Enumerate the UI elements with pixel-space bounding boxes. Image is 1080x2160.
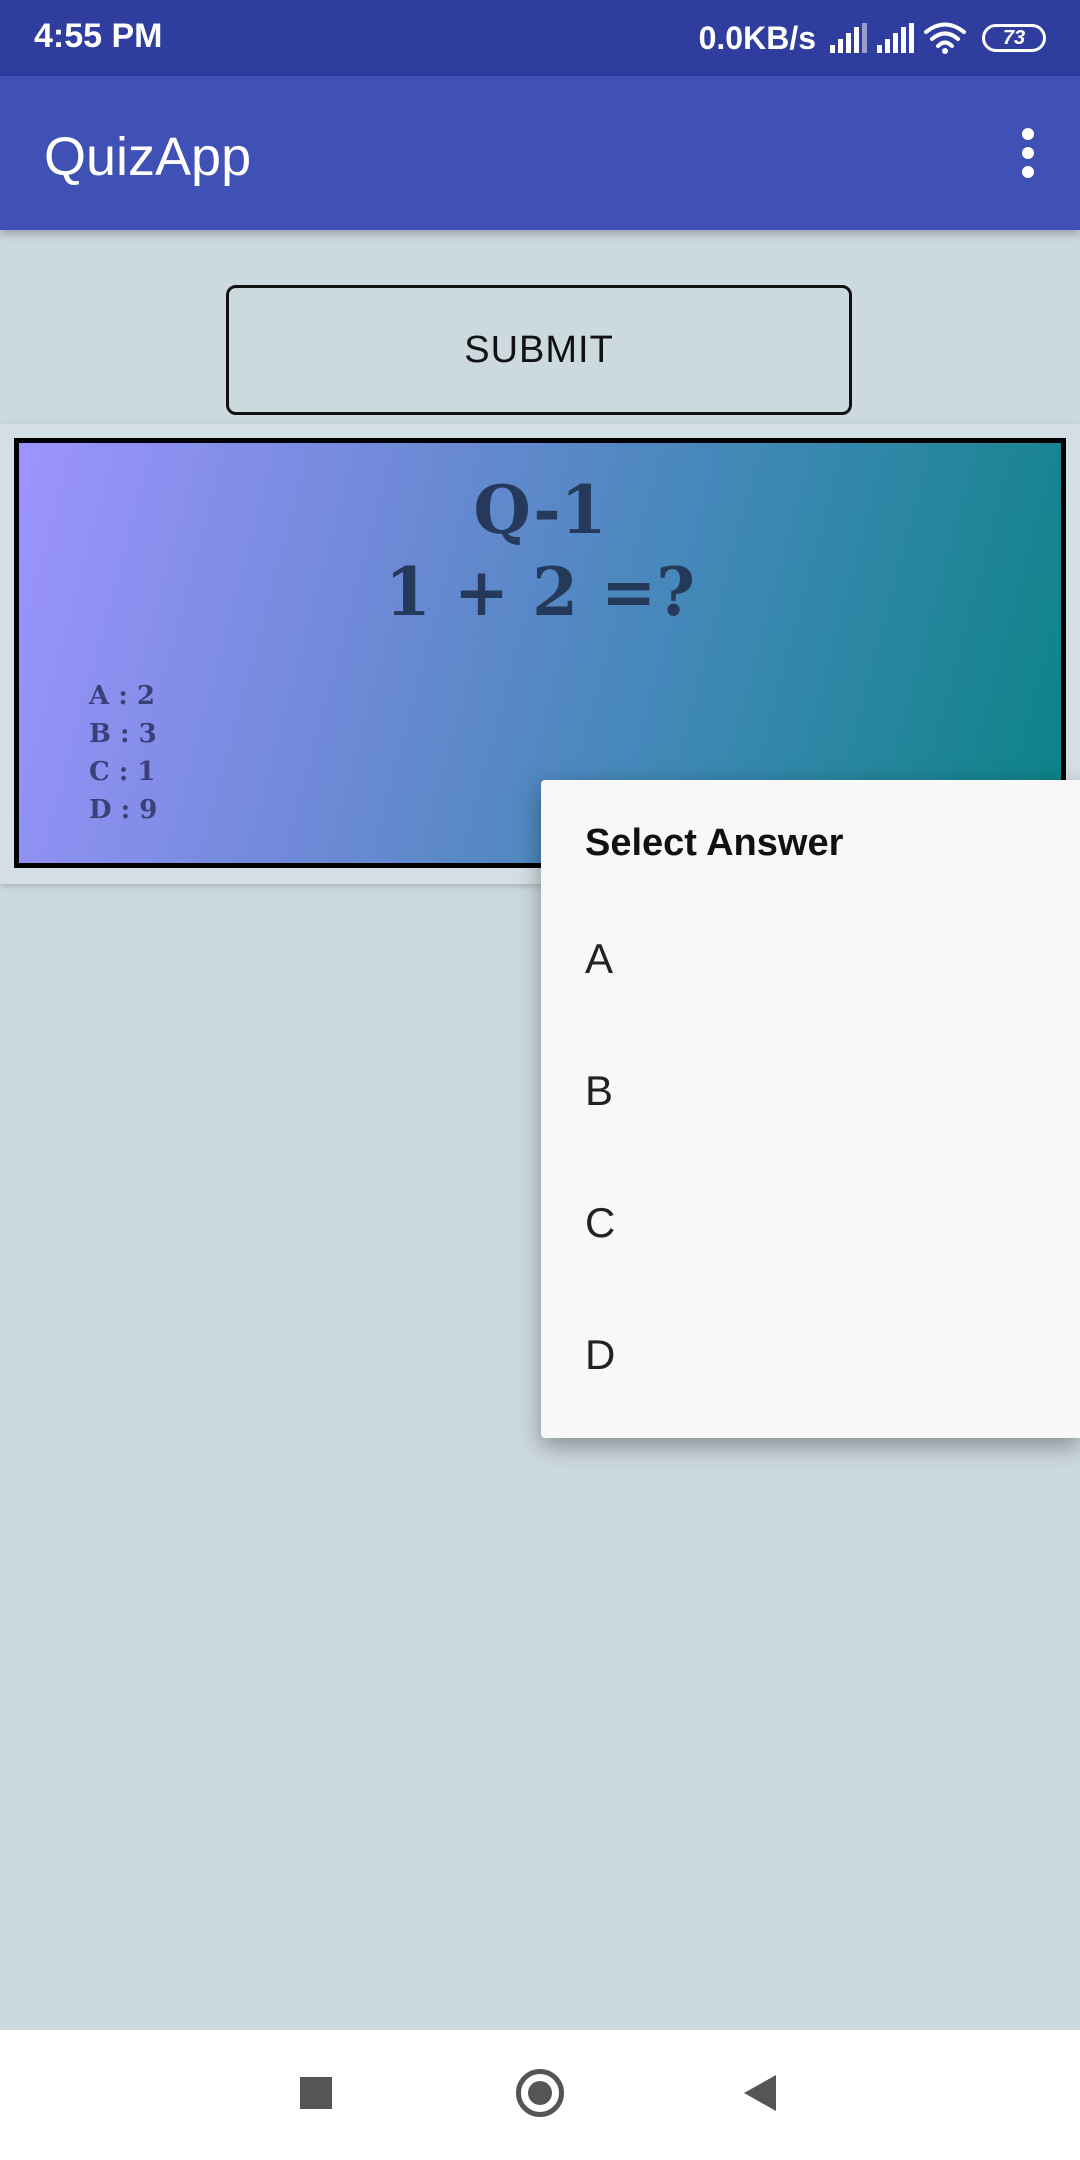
submit-button[interactable]: SUBMIT bbox=[226, 285, 852, 415]
home-icon[interactable] bbox=[516, 2069, 564, 2117]
option-a: A : 2 bbox=[89, 681, 155, 711]
option-c: C : 1 bbox=[89, 757, 156, 787]
battery-icon: 73 bbox=[982, 24, 1046, 52]
back-icon[interactable] bbox=[744, 2075, 776, 2111]
option-d: D : 9 bbox=[89, 795, 158, 825]
answer-option-b[interactable]: B bbox=[541, 1025, 1080, 1157]
wifi-icon bbox=[924, 22, 966, 54]
app-bar: QuizApp bbox=[0, 76, 1080, 230]
option-list: A : 2 B : 3 C : 1 D : 9 bbox=[89, 677, 157, 829]
option-b: B : 3 bbox=[89, 719, 157, 749]
question-number: Q-1 bbox=[473, 471, 607, 549]
more-vert-icon[interactable] bbox=[1018, 128, 1038, 178]
recent-apps-icon[interactable] bbox=[300, 2077, 332, 2109]
answer-option-a[interactable]: A bbox=[541, 893, 1080, 1025]
select-answer-popup: Select Answer A B C D bbox=[541, 780, 1080, 1438]
status-bar: 4:55 PM 0.0KB/s 73 bbox=[0, 0, 1080, 76]
popup-title: Select Answer bbox=[585, 822, 844, 864]
signal-icon bbox=[830, 23, 867, 53]
network-speed: 0.0KB/s bbox=[698, 19, 816, 56]
status-icons: 0.0KB/s 73 bbox=[699, 14, 1046, 62]
question-text: 1 + 2 =? bbox=[384, 553, 696, 631]
answer-option-d[interactable]: D bbox=[541, 1289, 1080, 1421]
status-time: 4:55 PM bbox=[34, 17, 163, 55]
signal-icon bbox=[877, 23, 914, 53]
app-title: QuizApp bbox=[44, 127, 252, 187]
navigation-bar bbox=[0, 2030, 1080, 2160]
answer-option-c[interactable]: C bbox=[541, 1157, 1080, 1289]
